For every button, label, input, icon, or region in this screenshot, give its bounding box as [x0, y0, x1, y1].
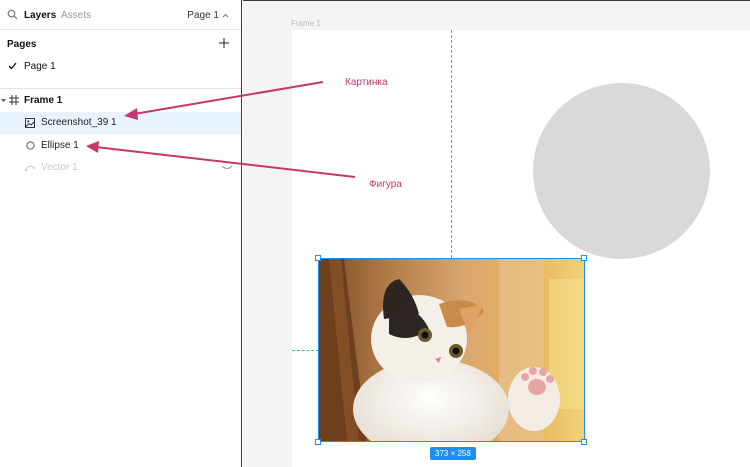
tab-assets[interactable]: Assets	[61, 10, 91, 21]
tab-layers[interactable]: Layers	[24, 10, 56, 21]
pages-section-title: Pages	[7, 39, 37, 50]
vector-icon	[25, 165, 35, 171]
page-selector[interactable]: Page 1	[187, 10, 229, 21]
layer-label: Ellipse 1	[41, 140, 79, 151]
layer-label: Vector 1	[41, 162, 78, 173]
canvas-top-border	[243, 0, 750, 1]
checkmark-icon	[8, 62, 17, 70]
annotation-picture: Картинка	[345, 77, 388, 88]
ellipse-icon	[26, 141, 35, 150]
caret-down-icon[interactable]	[1, 98, 6, 103]
layer-vector-1[interactable]: Vector 1	[0, 157, 241, 179]
page-item-page-1[interactable]: Page 1	[0, 58, 241, 76]
vertical-guide	[451, 30, 452, 258]
resize-handle-bottom-left[interactable]	[315, 439, 321, 445]
eye-closed-icon[interactable]	[221, 165, 233, 171]
image-icon	[25, 118, 35, 128]
search-icon[interactable]	[7, 9, 18, 20]
kitten-image[interactable]	[319, 259, 584, 441]
section-divider	[0, 88, 241, 89]
layer-label: Screenshot_39 1	[41, 117, 117, 128]
layer-label: Frame 1	[24, 95, 63, 106]
page-item-label: Page 1	[24, 61, 56, 72]
selection-size-badge: 373 × 258	[430, 447, 476, 460]
chevron-up-icon	[222, 13, 229, 18]
panel-header: Layers Assets Page 1	[0, 0, 241, 30]
page-selector-label: Page 1	[187, 10, 219, 21]
horizontal-guide	[292, 350, 319, 351]
add-page-icon[interactable]	[218, 37, 230, 49]
resize-handle-bottom-right[interactable]	[581, 439, 587, 445]
layer-frame-1[interactable]: Frame 1	[0, 90, 241, 112]
frame-icon	[9, 95, 19, 105]
layer-ellipse-1[interactable]: Ellipse 1	[0, 135, 241, 157]
resize-handle-top-left[interactable]	[315, 255, 321, 261]
layer-screenshot-39[interactable]: Screenshot_39 1	[0, 112, 241, 134]
annotation-shape: Фигура	[369, 179, 402, 190]
resize-handle-top-right[interactable]	[581, 255, 587, 261]
kitten-photo	[319, 259, 584, 441]
layers-panel: Layers Assets Page 1 Pages Page 1 Frame	[0, 0, 242, 467]
ellipse-shape[interactable]	[533, 83, 710, 259]
frame-name-label[interactable]: Frame 1	[291, 19, 321, 28]
